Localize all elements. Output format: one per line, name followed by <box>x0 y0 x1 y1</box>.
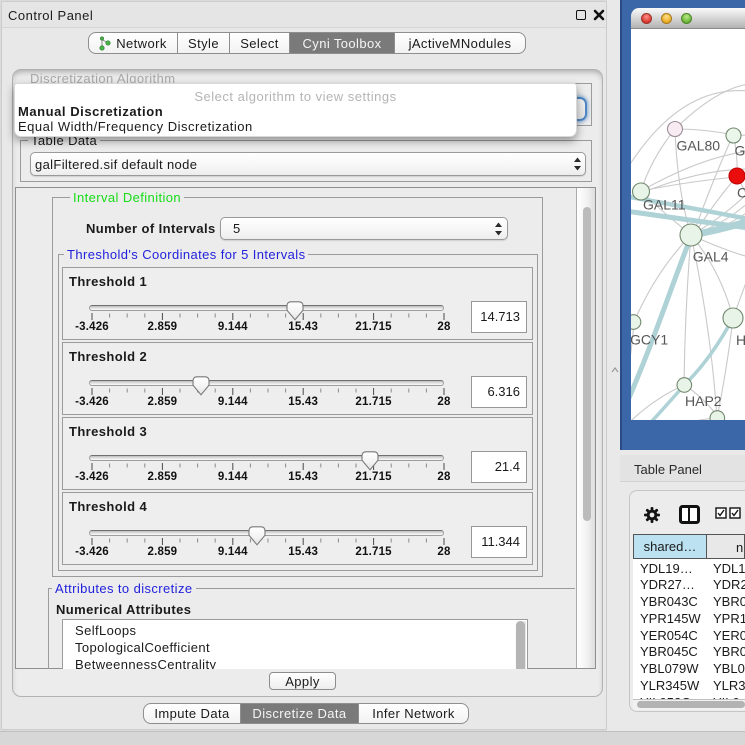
svg-text:H: H <box>736 332 745 348</box>
svg-text:GCY1: GCY1 <box>631 332 668 348</box>
svg-text:GAL: GAL <box>735 143 745 159</box>
svg-text:C: C <box>737 185 745 201</box>
svg-text:GAL80: GAL80 <box>677 138 721 154</box>
svg-text:HAP2: HAP2 <box>685 393 722 409</box>
svg-text:GAL4: GAL4 <box>693 249 729 265</box>
svg-text:GAL11: GAL11 <box>643 197 686 213</box>
